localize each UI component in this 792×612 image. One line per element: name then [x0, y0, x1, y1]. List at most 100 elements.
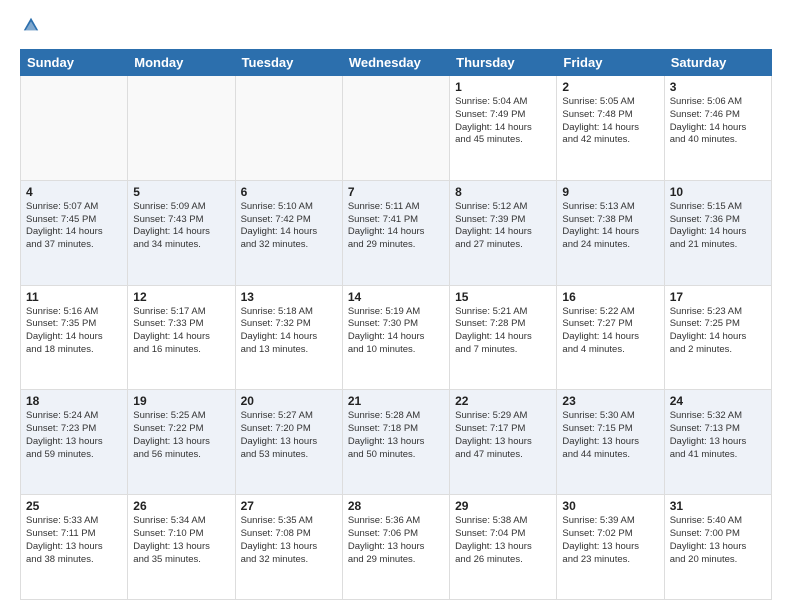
day-number: 24	[670, 394, 766, 408]
day-number: 2	[562, 80, 658, 94]
calendar-cell: 8 Sunrise: 5:12 AM Sunset: 7:39 PM Daylig…	[450, 180, 557, 285]
day-number: 23	[562, 394, 658, 408]
calendar-cell: 26 Sunrise: 5:34 AM Sunset: 7:10 PM Dayli…	[128, 495, 235, 600]
day-info: Sunrise: 5:25 AM Sunset: 7:22 PM Dayligh…	[133, 410, 229, 461]
day-number: 19	[133, 394, 229, 408]
day-info: Sunrise: 5:30 AM Sunset: 7:15 PM Dayligh…	[562, 410, 658, 461]
day-info: Sunrise: 5:32 AM Sunset: 7:13 PM Dayligh…	[670, 410, 766, 461]
calendar-cell	[342, 76, 449, 181]
calendar-cell: 19 Sunrise: 5:25 AM Sunset: 7:22 PM Dayli…	[128, 390, 235, 495]
calendar-cell: 29 Sunrise: 5:38 AM Sunset: 7:04 PM Dayli…	[450, 495, 557, 600]
calendar-cell	[128, 76, 235, 181]
day-number: 4	[26, 185, 122, 199]
day-info: Sunrise: 5:35 AM Sunset: 7:08 PM Dayligh…	[241, 515, 337, 566]
day-info: Sunrise: 5:22 AM Sunset: 7:27 PM Dayligh…	[562, 306, 658, 357]
day-info: Sunrise: 5:18 AM Sunset: 7:32 PM Dayligh…	[241, 306, 337, 357]
day-number: 15	[455, 290, 551, 304]
calendar-body: 1 Sunrise: 5:04 AM Sunset: 7:49 PM Daylig…	[21, 76, 772, 600]
day-number: 5	[133, 185, 229, 199]
day-info: Sunrise: 5:19 AM Sunset: 7:30 PM Dayligh…	[348, 306, 444, 357]
day-info: Sunrise: 5:29 AM Sunset: 7:17 PM Dayligh…	[455, 410, 551, 461]
week-row-5: 25 Sunrise: 5:33 AM Sunset: 7:11 PM Dayli…	[21, 495, 772, 600]
calendar-header: SundayMondayTuesdayWednesdayThursdayFrid…	[21, 50, 772, 76]
day-header-sunday: Sunday	[21, 50, 128, 76]
calendar-cell: 12 Sunrise: 5:17 AM Sunset: 7:33 PM Dayli…	[128, 285, 235, 390]
day-info: Sunrise: 5:40 AM Sunset: 7:00 PM Dayligh…	[670, 515, 766, 566]
week-row-1: 1 Sunrise: 5:04 AM Sunset: 7:49 PM Daylig…	[21, 76, 772, 181]
logo-icon	[22, 16, 40, 34]
calendar-cell: 23 Sunrise: 5:30 AM Sunset: 7:15 PM Dayli…	[557, 390, 664, 495]
calendar-cell	[235, 76, 342, 181]
day-info: Sunrise: 5:09 AM Sunset: 7:43 PM Dayligh…	[133, 201, 229, 252]
calendar-cell: 31 Sunrise: 5:40 AM Sunset: 7:00 PM Dayli…	[664, 495, 771, 600]
day-info: Sunrise: 5:11 AM Sunset: 7:41 PM Dayligh…	[348, 201, 444, 252]
calendar-cell: 16 Sunrise: 5:22 AM Sunset: 7:27 PM Dayli…	[557, 285, 664, 390]
day-info: Sunrise: 5:24 AM Sunset: 7:23 PM Dayligh…	[26, 410, 122, 461]
day-number: 12	[133, 290, 229, 304]
day-number: 16	[562, 290, 658, 304]
day-info: Sunrise: 5:06 AM Sunset: 7:46 PM Dayligh…	[670, 96, 766, 147]
day-number: 3	[670, 80, 766, 94]
day-number: 14	[348, 290, 444, 304]
day-number: 20	[241, 394, 337, 408]
day-number: 27	[241, 499, 337, 513]
day-number: 21	[348, 394, 444, 408]
day-number: 10	[670, 185, 766, 199]
day-info: Sunrise: 5:23 AM Sunset: 7:25 PM Dayligh…	[670, 306, 766, 357]
day-header-saturday: Saturday	[664, 50, 771, 76]
calendar-cell: 11Sunrise: 5:16 AM Sunset: 7:35 PM Dayli…	[21, 285, 128, 390]
day-header-monday: Monday	[128, 50, 235, 76]
calendar-cell: 15 Sunrise: 5:21 AM Sunset: 7:28 PM Dayli…	[450, 285, 557, 390]
day-number: 25	[26, 499, 122, 513]
day-header-friday: Friday	[557, 50, 664, 76]
calendar-cell: 1 Sunrise: 5:04 AM Sunset: 7:49 PM Daylig…	[450, 76, 557, 181]
day-number: 31	[670, 499, 766, 513]
logo	[20, 16, 40, 39]
calendar-cell: 25 Sunrise: 5:33 AM Sunset: 7:11 PM Dayli…	[21, 495, 128, 600]
day-info: Sunrise: 5:10 AM Sunset: 7:42 PM Dayligh…	[241, 201, 337, 252]
calendar-cell: 20 Sunrise: 5:27 AM Sunset: 7:20 PM Dayli…	[235, 390, 342, 495]
day-header-thursday: Thursday	[450, 50, 557, 76]
calendar-cell: 13Sunrise: 5:18 AM Sunset: 7:32 PM Dayli…	[235, 285, 342, 390]
day-info: Sunrise: 5:21 AM Sunset: 7:28 PM Dayligh…	[455, 306, 551, 357]
days-of-week-row: SundayMondayTuesdayWednesdayThursdayFrid…	[21, 50, 772, 76]
calendar-cell: 27 Sunrise: 5:35 AM Sunset: 7:08 PM Dayli…	[235, 495, 342, 600]
day-info: Sunrise: 5:05 AM Sunset: 7:48 PM Dayligh…	[562, 96, 658, 147]
calendar-cell: 18Sunrise: 5:24 AM Sunset: 7:23 PM Dayli…	[21, 390, 128, 495]
day-header-wednesday: Wednesday	[342, 50, 449, 76]
day-number: 22	[455, 394, 551, 408]
calendar-cell: 17 Sunrise: 5:23 AM Sunset: 7:25 PM Dayli…	[664, 285, 771, 390]
day-info: Sunrise: 5:28 AM Sunset: 7:18 PM Dayligh…	[348, 410, 444, 461]
day-info: Sunrise: 5:36 AM Sunset: 7:06 PM Dayligh…	[348, 515, 444, 566]
calendar-cell: 10 Sunrise: 5:15 AM Sunset: 7:36 PM Dayli…	[664, 180, 771, 285]
day-info: Sunrise: 5:16 AM Sunset: 7:35 PM Dayligh…	[26, 306, 122, 357]
day-info: Sunrise: 5:17 AM Sunset: 7:33 PM Dayligh…	[133, 306, 229, 357]
week-row-4: 18Sunrise: 5:24 AM Sunset: 7:23 PM Dayli…	[21, 390, 772, 495]
calendar-cell: 9Sunrise: 5:13 AM Sunset: 7:38 PM Daylig…	[557, 180, 664, 285]
day-number: 7	[348, 185, 444, 199]
day-number: 8	[455, 185, 551, 199]
calendar-cell: 2 Sunrise: 5:05 AM Sunset: 7:48 PM Daylig…	[557, 76, 664, 181]
day-info: Sunrise: 5:13 AM Sunset: 7:38 PM Dayligh…	[562, 201, 658, 252]
day-info: Sunrise: 5:04 AM Sunset: 7:49 PM Dayligh…	[455, 96, 551, 147]
day-number: 1	[455, 80, 551, 94]
day-info: Sunrise: 5:34 AM Sunset: 7:10 PM Dayligh…	[133, 515, 229, 566]
calendar-cell: 21 Sunrise: 5:28 AM Sunset: 7:18 PM Dayli…	[342, 390, 449, 495]
day-info: Sunrise: 5:39 AM Sunset: 7:02 PM Dayligh…	[562, 515, 658, 566]
day-number: 17	[670, 290, 766, 304]
calendar-table: SundayMondayTuesdayWednesdayThursdayFrid…	[20, 49, 772, 600]
day-number: 29	[455, 499, 551, 513]
day-number: 28	[348, 499, 444, 513]
week-row-2: 4Sunrise: 5:07 AM Sunset: 7:45 PM Daylig…	[21, 180, 772, 285]
day-info: Sunrise: 5:15 AM Sunset: 7:36 PM Dayligh…	[670, 201, 766, 252]
calendar-cell	[21, 76, 128, 181]
calendar-cell: 5 Sunrise: 5:09 AM Sunset: 7:43 PM Daylig…	[128, 180, 235, 285]
day-info: Sunrise: 5:27 AM Sunset: 7:20 PM Dayligh…	[241, 410, 337, 461]
calendar-cell: 7 Sunrise: 5:11 AM Sunset: 7:41 PM Daylig…	[342, 180, 449, 285]
day-info: Sunrise: 5:12 AM Sunset: 7:39 PM Dayligh…	[455, 201, 551, 252]
day-info: Sunrise: 5:38 AM Sunset: 7:04 PM Dayligh…	[455, 515, 551, 566]
day-info: Sunrise: 5:33 AM Sunset: 7:11 PM Dayligh…	[26, 515, 122, 566]
day-number: 6	[241, 185, 337, 199]
day-number: 26	[133, 499, 229, 513]
calendar-cell: 3 Sunrise: 5:06 AM Sunset: 7:46 PM Daylig…	[664, 76, 771, 181]
